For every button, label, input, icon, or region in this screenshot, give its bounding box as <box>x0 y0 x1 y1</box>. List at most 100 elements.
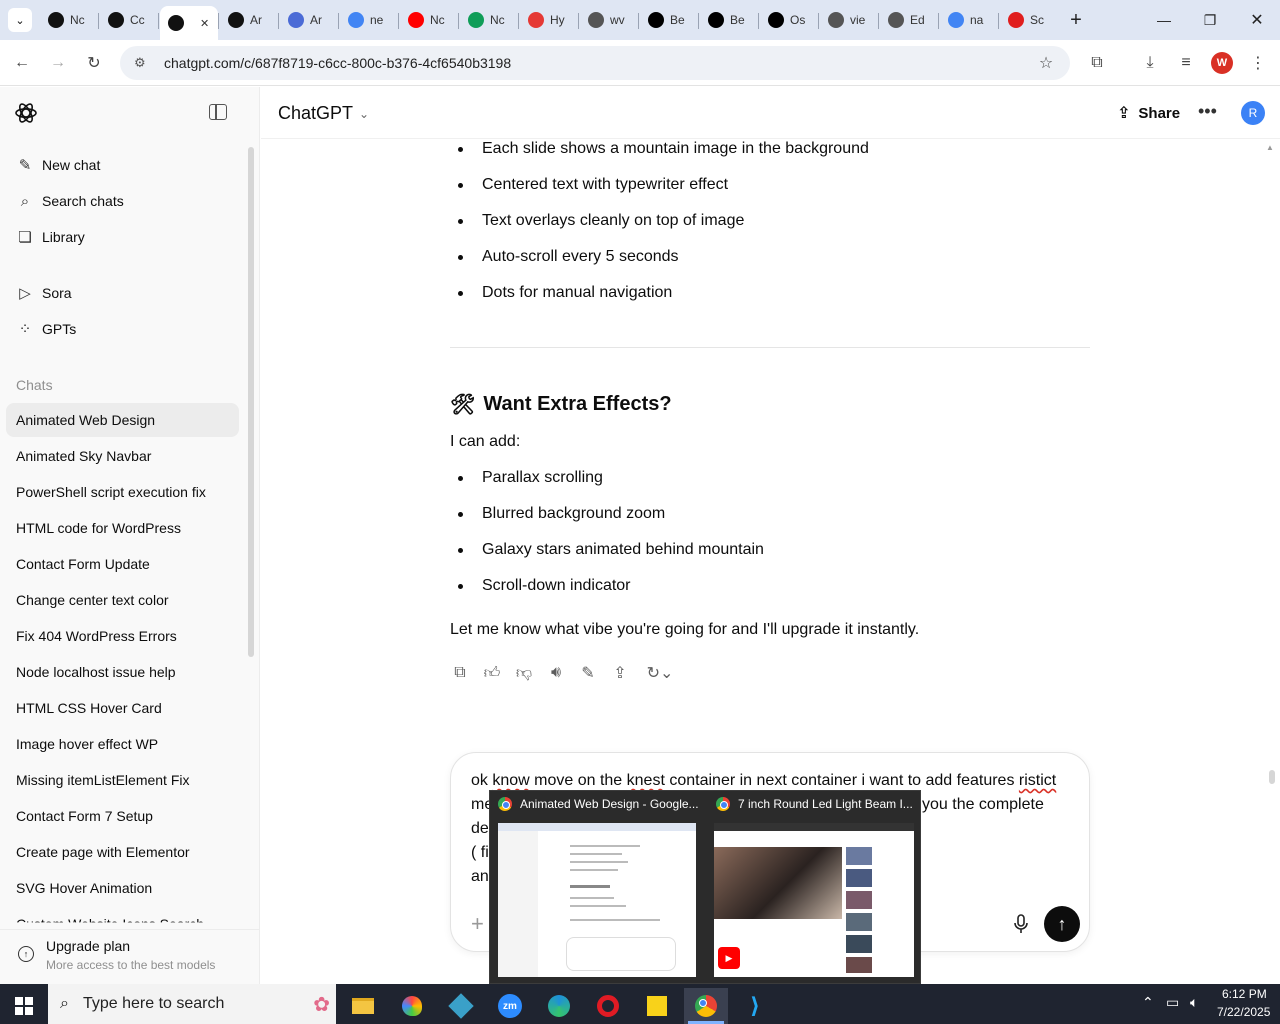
browser-tab[interactable]: Hy <box>520 6 578 34</box>
profile-avatar[interactable]: W <box>1211 52 1233 74</box>
chat-history-item[interactable]: Animated Sky Navbar <box>16 448 151 464</box>
browser-tab[interactable]: Ar <box>220 6 278 34</box>
browser-tab[interactable]: Sc <box>1000 6 1058 34</box>
site-info-icon[interactable]: ⚙ <box>134 55 150 71</box>
browser-tab[interactable]: Nc <box>40 6 98 34</box>
extensions-icon[interactable]: ⧉ <box>1084 50 1110 76</box>
thumbs-down-icon[interactable]: 👎︎ <box>514 663 534 683</box>
tab-search-button[interactable]: ⌄ <box>8 8 32 32</box>
app-diamond-icon[interactable] <box>439 988 483 1024</box>
more-options-icon[interactable]: ••• <box>1198 101 1217 122</box>
bullet-item: Each slide shows a mountain image in the… <box>482 140 869 157</box>
browser-tab[interactable]: Cc <box>100 6 158 34</box>
clock-time[interactable]: 6:12 PM <box>1222 987 1267 1001</box>
browser-tab[interactable]: Ar <box>280 6 338 34</box>
sticky-notes-icon[interactable] <box>635 988 679 1024</box>
chat-history-item[interactable]: Missing itemListElement Fix <box>16 772 190 788</box>
read-aloud-icon[interactable]: 🔊︎ <box>546 663 566 683</box>
browser-tab[interactable]: ✕ <box>160 6 218 40</box>
zoom-icon[interactable]: zm <box>488 988 532 1024</box>
edit-canvas-icon[interactable]: ✎ <box>578 663 598 683</box>
browser-tab[interactable]: ne <box>340 6 398 34</box>
chat-history-item[interactable]: SVG Hover Animation <box>16 880 152 896</box>
bullet-item: Parallax scrolling <box>482 469 603 486</box>
file-explorer-icon[interactable] <box>341 988 385 1024</box>
x-icon <box>648 12 664 28</box>
send-button[interactable]: ↑ <box>1044 906 1080 942</box>
vscode-icon[interactable]: ⟩ <box>733 988 777 1024</box>
network-icon[interactable]: ▭ <box>1166 994 1179 1011</box>
upgrade-plan-button[interactable]: ↑ Upgrade plan More access to the best m… <box>0 929 259 984</box>
browser-tab[interactable]: na <box>940 6 998 34</box>
edge-icon[interactable] <box>537 988 581 1024</box>
library-button[interactable]: ❏ Library <box>6 220 239 254</box>
bookmark-star-icon[interactable]: ☆ <box>1033 50 1059 76</box>
browser-tab[interactable]: Nc <box>460 6 518 34</box>
tab-label: Nc <box>490 13 505 27</box>
browser-tab[interactable]: Nc <box>400 6 458 34</box>
chat-history-item[interactable]: HTML CSS Hover Card <box>16 700 162 716</box>
preview-window-1[interactable]: Animated Web Design - Google... <box>490 791 704 985</box>
search-chats-label: Search chats <box>42 193 124 209</box>
attach-plus-icon[interactable]: + <box>471 911 484 937</box>
browser-tab[interactable]: Ed <box>880 6 938 34</box>
new-chat-button[interactable]: ✎ New chat <box>6 148 239 182</box>
copy-icon[interactable]: ⧉ <box>450 663 470 683</box>
chat-history-item[interactable]: Contact Form Update <box>16 556 150 572</box>
close-window-button[interactable]: ✕ <box>1243 8 1271 32</box>
address-bar[interactable]: ⚙ chatgpt.com/c/687f8719-c6cc-800c-b376-… <box>120 46 1070 80</box>
opera-icon[interactable] <box>586 988 630 1024</box>
browser-menu-icon[interactable]: ⋮ <box>1245 50 1271 76</box>
minimize-button[interactable]: ― <box>1150 8 1178 32</box>
chat-history-item[interactable]: Image hover effect WP <box>16 736 158 752</box>
browser-tab[interactable]: Os <box>760 6 818 34</box>
browser-tab[interactable]: Be <box>700 6 758 34</box>
model-selector[interactable]: ChatGPT ⌄ <box>278 103 369 124</box>
windows-start-button[interactable] <box>2 988 46 1024</box>
sora-button[interactable]: ▷ Sora <box>6 276 239 310</box>
share-button[interactable]: ⇪ Share <box>1117 103 1180 123</box>
volume-icon[interactable]: 🔈︎ <box>1190 994 1198 1011</box>
bullet-item: Text overlays cleanly on top of image <box>482 212 745 229</box>
gpts-button[interactable]: ⁘ GPTs <box>6 312 239 346</box>
search-chats-button[interactable]: ⌕ Search chats <box>6 184 239 218</box>
user-avatar[interactable]: R <box>1241 101 1265 125</box>
preview-window-2[interactable]: 7 inch Round Led Light Beam I... ▶ <box>708 791 922 985</box>
search-icon: ⌕ <box>60 995 69 1012</box>
chat-history-item[interactable]: Contact Form 7 Setup <box>16 808 153 824</box>
browser-tab[interactable]: wv <box>580 6 638 34</box>
chat-history-item[interactable]: Node localhost issue help <box>16 664 176 680</box>
chat-history-item[interactable]: Fix 404 WordPress Errors <box>16 628 177 644</box>
chat-history-item[interactable]: PowerShell script execution fix <box>16 484 206 500</box>
media-control-icon[interactable]: ≡ <box>1173 50 1199 76</box>
bullet-item: Scroll-down indicator <box>482 577 631 594</box>
clock-date[interactable]: 7/22/2025 <box>1217 1005 1270 1019</box>
paint-icon[interactable] <box>390 988 434 1024</box>
close-tab-icon[interactable]: ✕ <box>200 17 209 30</box>
download-icon[interactable]: ⤓ <box>1137 50 1163 76</box>
forward-button[interactable]: → <box>45 50 71 76</box>
sidebar-scrollbar[interactable] <box>248 147 254 657</box>
reload-button[interactable]: ↻ <box>81 50 107 76</box>
chat-history-item[interactable]: Change center text color <box>16 592 169 608</box>
chat-history-item[interactable]: HTML code for WordPress <box>16 520 181 536</box>
restore-button[interactable]: ❐ <box>1196 8 1224 32</box>
tray-chevron-icon[interactable]: ⌃ <box>1142 994 1154 1011</box>
microphone-icon[interactable] <box>1011 913 1031 935</box>
thumbs-up-icon[interactable]: 👍︎ <box>482 663 502 683</box>
chrome-taskbar-icon[interactable] <box>684 988 728 1024</box>
toggle-sidebar-icon[interactable] <box>209 104 227 120</box>
new-tab-button[interactable]: + <box>1064 8 1088 32</box>
main-scrollbar[interactable] <box>1269 770 1275 784</box>
back-button[interactable]: ← <box>9 50 35 76</box>
share-message-icon[interactable]: ⇪ <box>610 663 630 683</box>
chat-history-item[interactable]: Create page with Elementor <box>16 844 190 860</box>
chat-history-item[interactable]: Animated Web Design <box>16 412 155 428</box>
browser-tab[interactable]: Be <box>640 6 698 34</box>
browser-tab[interactable]: vie <box>820 6 878 34</box>
regenerate-icon[interactable]: ↻⌄ <box>642 663 678 683</box>
taskbar-search-box[interactable]: ⌕ Type here to search ✿ <box>48 984 336 1024</box>
openai-logo-icon[interactable] <box>14 101 38 125</box>
main-scroll-up-arrow[interactable]: ▲ <box>1266 143 1274 152</box>
composer-line-3-left: de <box>471 820 489 837</box>
